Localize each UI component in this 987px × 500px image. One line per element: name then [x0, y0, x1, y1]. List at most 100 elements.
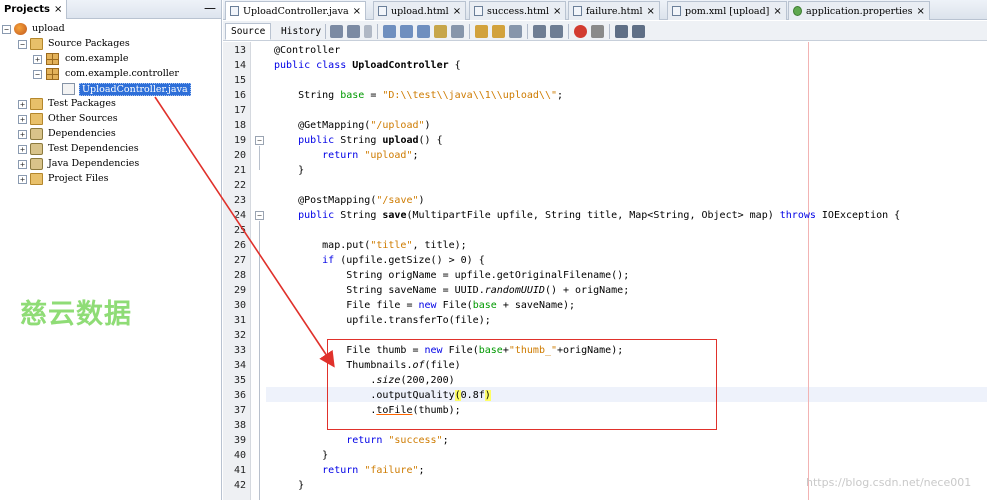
tab-history[interactable]: History	[275, 23, 327, 40]
collapse-icon[interactable]: −	[33, 70, 42, 79]
dependencies-icon	[30, 158, 43, 170]
dropdown-icon[interactable]	[364, 25, 372, 38]
find-previous-icon[interactable]	[383, 25, 396, 38]
editor-tab-bar: UploadController.java × upload.html × su…	[223, 0, 987, 20]
close-icon[interactable]: ×	[647, 6, 655, 17]
tab-pom-xml[interactable]: pom.xml [upload] ×	[667, 1, 787, 20]
tree-item-label: com.example.controller	[65, 68, 179, 79]
line-number: 39	[233, 435, 246, 446]
tab-success-html[interactable]: success.html ×	[469, 1, 567, 20]
code-line-42: }	[274, 478, 304, 493]
tree-item-label: Java Dependencies	[48, 158, 140, 169]
prev-bookmark-icon[interactable]	[475, 25, 488, 38]
code-token: () {	[418, 135, 443, 146]
tab-source[interactable]: Source	[225, 23, 272, 40]
code-token: save	[382, 210, 407, 221]
code-token: "title"	[370, 240, 413, 251]
toolbar-separator	[325, 24, 326, 39]
tab-upload-html[interactable]: upload.html ×	[373, 1, 467, 20]
collapse-icon[interactable]: −	[18, 40, 27, 49]
dependencies-icon	[30, 128, 43, 140]
shift-left-icon[interactable]	[533, 25, 546, 38]
fold-collapse-icon[interactable]: −	[255, 136, 264, 145]
code-token: String	[340, 210, 383, 221]
code-token: upload	[382, 135, 419, 146]
minimize-icon[interactable]: —	[204, 0, 216, 17]
java-file-icon	[230, 6, 239, 16]
code-token: @PostMapping(	[274, 195, 377, 206]
find-next-icon[interactable]	[417, 25, 430, 38]
next-bookmark-icon[interactable]	[492, 25, 505, 38]
dependencies-icon	[30, 143, 43, 155]
start-macro-icon[interactable]	[574, 25, 587, 38]
line-number: 23	[233, 195, 246, 206]
back-icon[interactable]	[330, 25, 343, 38]
expand-icon[interactable]: +	[18, 175, 27, 184]
uncomment-icon[interactable]	[632, 25, 645, 38]
tree-item-label: com.example	[65, 53, 129, 64]
code-token: @Controller	[274, 45, 341, 56]
code-token: if	[274, 255, 341, 266]
tree-item-label: Project Files	[48, 173, 109, 184]
expand-icon[interactable]: +	[18, 160, 27, 169]
code-line-29: String saveName = UUID.randomUUID() + or…	[274, 283, 629, 298]
line-number: 25	[233, 225, 246, 236]
tab-upload-controller-java[interactable]: UploadController.java ×	[225, 1, 367, 20]
expand-icon[interactable]: +	[33, 55, 42, 64]
code-line-31: upfile.transferTo(file);	[274, 313, 491, 328]
shift-right-icon[interactable]	[550, 25, 563, 38]
line-number: 33	[233, 345, 246, 356]
tab-label: success.html	[487, 5, 550, 17]
tab-application-properties[interactable]: application.properties ×	[788, 1, 930, 20]
code-token: IOException {	[815, 210, 901, 221]
projects-tab[interactable]: Projects ×	[0, 0, 68, 19]
code-token: return	[274, 435, 389, 446]
toggle-highlight-icon[interactable]	[434, 25, 447, 38]
close-icon[interactable]: ×	[773, 6, 781, 17]
code-token: "D:\\test\\java\\1\\upload\\"	[382, 90, 557, 101]
close-icon[interactable]: ×	[917, 6, 925, 17]
projects-panel-header: Projects × —	[0, 0, 221, 19]
line-number: 29	[233, 285, 246, 296]
stop-macro-icon[interactable]	[591, 25, 604, 38]
expand-icon[interactable]: +	[18, 130, 27, 139]
code-line-19: public String upload() {	[274, 133, 443, 148]
close-icon[interactable]: ×	[553, 6, 561, 17]
tree-item-label-selected: UploadController.java	[79, 83, 191, 96]
code-token: () + origName;	[544, 285, 630, 296]
code-token: + saveName);	[496, 300, 576, 311]
code-token: )	[418, 195, 425, 206]
collapse-icon[interactable]: −	[2, 25, 11, 34]
line-number: 38	[233, 420, 246, 431]
close-icon[interactable]: ×	[453, 6, 461, 17]
line-number: 16	[233, 90, 246, 101]
html-file-icon	[474, 6, 483, 16]
code-token: )	[424, 120, 431, 131]
tab-failure-html[interactable]: failure.html ×	[568, 1, 660, 20]
line-number: 20	[233, 150, 246, 161]
forward-icon[interactable]	[347, 25, 360, 38]
html-file-icon	[378, 6, 387, 16]
comment-icon[interactable]	[615, 25, 628, 38]
toggle-rect-select-icon[interactable]	[451, 25, 464, 38]
code-token: String	[274, 90, 341, 101]
line-number: 14	[233, 60, 246, 71]
line-number: 40	[233, 450, 246, 461]
toggle-bookmark-icon[interactable]	[509, 25, 522, 38]
code-line-40: }	[274, 448, 328, 463]
code-token: ;	[557, 90, 564, 101]
folder-icon	[30, 98, 43, 110]
line-number-gutter: 13 14 15 16 17 18 19 20 21 22 23 24 25 26 27 28 29 30 31 32…	[223, 42, 251, 500]
code-token: @GetMapping(	[274, 120, 371, 131]
line-number: 24	[233, 210, 246, 221]
fold-collapse-icon[interactable]: −	[255, 211, 264, 220]
close-icon[interactable]: ×	[54, 4, 62, 15]
line-number: 28	[233, 270, 246, 281]
expand-icon[interactable]: +	[18, 100, 27, 109]
find-selection-icon[interactable]	[400, 25, 413, 38]
expand-icon[interactable]: +	[18, 115, 27, 124]
expand-icon[interactable]: +	[18, 145, 27, 154]
html-file-icon	[573, 6, 582, 16]
close-icon[interactable]: ×	[353, 6, 361, 17]
java-file-icon	[62, 83, 75, 95]
